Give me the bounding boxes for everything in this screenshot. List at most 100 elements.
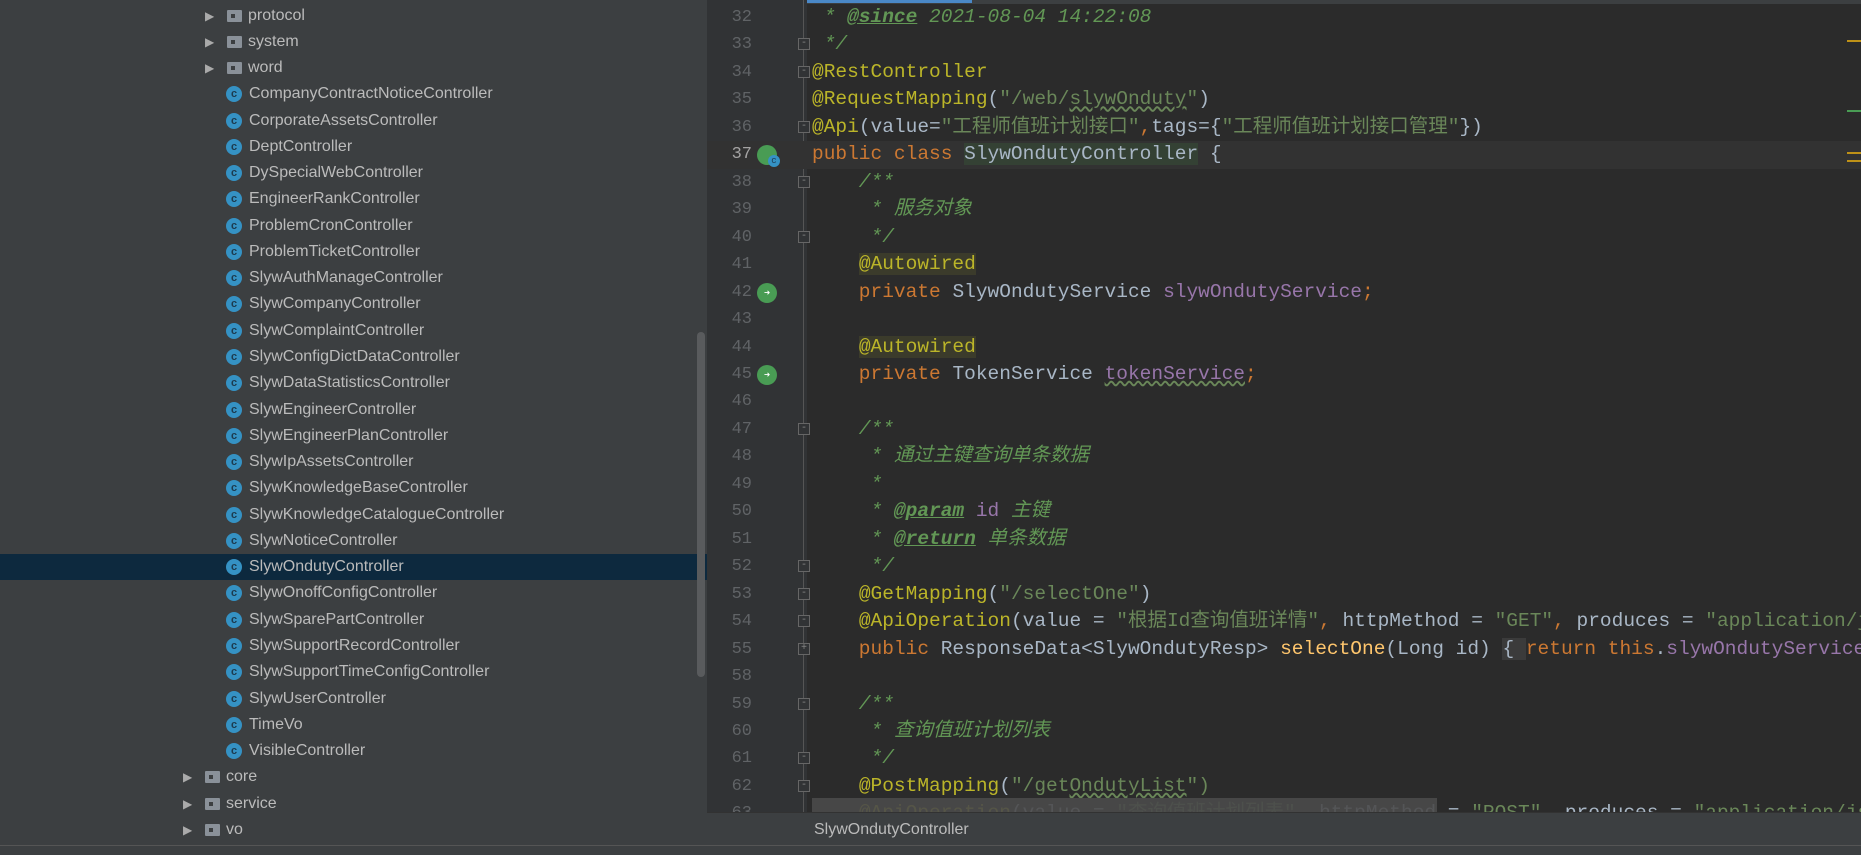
fold-collapse-icon[interactable]: - <box>798 752 810 765</box>
tree-item[interactable]: c SlywSupportRecordController <box>0 633 707 659</box>
code-line[interactable]: 40 - */ <box>707 224 1861 252</box>
tree-item[interactable]: ▶ protocol <box>0 3 707 29</box>
tree-item[interactable]: c SlywComplaintController <box>0 318 707 344</box>
expand-arrow-icon[interactable]: ▶ <box>183 791 192 817</box>
code-line[interactable]: 35 @RequestMapping("/web/slywOnduty") <box>707 86 1861 114</box>
code-line[interactable]: 55 + public ResponseData<SlywOndutyResp> … <box>707 636 1861 664</box>
tree-item[interactable]: c SlywEngineerPlanController <box>0 423 707 449</box>
code-token: "工程师值班计划接口" <box>940 115 1140 138</box>
code-line[interactable]: 32 * @since 2021-08-04 14:22:08 <box>707 4 1861 32</box>
tree-item[interactable]: c SlywSupportTimeConfigController <box>0 659 707 685</box>
spring-class-icon[interactable]: c <box>757 145 780 168</box>
fold-collapse-icon[interactable]: - <box>798 697 810 710</box>
fold-collapse-icon[interactable]: - <box>798 779 810 792</box>
tree-item-label: SlywSparePartController <box>249 610 425 628</box>
code-line[interactable]: 45 ➜ private TokenService tokenService; <box>707 361 1861 389</box>
tree-item[interactable]: c SlywKnowledgeCatalogueController <box>0 502 707 528</box>
tree-item[interactable]: c DySpecialWebController <box>0 160 707 186</box>
project-tree-scrollbar[interactable] <box>697 332 705 677</box>
tree-item[interactable]: c SlywSparePartController <box>0 607 707 633</box>
fold-collapse-icon[interactable]: - <box>798 120 810 133</box>
breadcrumb-item[interactable]: SlywOndutyController <box>814 821 969 838</box>
code-line[interactable]: 60 * 查询值班计划列表 <box>707 718 1861 746</box>
code-line[interactable]: 33 - */ <box>707 31 1861 59</box>
tree-item[interactable]: ▶ word <box>0 55 707 81</box>
code-text: * @since 2021-08-04 14:22:08 <box>812 4 1152 32</box>
expand-arrow-icon[interactable]: ▶ <box>183 764 192 790</box>
code-line[interactable]: 36 - @Api(value="工程师值班计划接口",tags={"工程师值班计划… <box>707 114 1861 142</box>
spring-bean-icon[interactable]: ➜ <box>757 282 777 303</box>
code-token: 2021-08-04 14:22:08 <box>917 6 1152 28</box>
code-line[interactable]: 50 * @param id 主键 <box>707 498 1861 526</box>
code-token: SlywOndutyController <box>964 143 1199 166</box>
code-line[interactable]: 44 @Autowired <box>707 334 1861 362</box>
code-line[interactable]: 34 - @RestController <box>707 59 1861 87</box>
tree-item[interactable]: c SlywIpAssetsController <box>0 449 707 475</box>
code-token: return this <box>1525 637 1655 660</box>
line-number: 38 <box>731 172 752 192</box>
tree-item[interactable]: c ProblemCronController <box>0 213 707 239</box>
code-line[interactable]: 53 - @GetMapping("/selectOne") <box>707 581 1861 609</box>
tree-item[interactable]: c CompanyContractNoticeController <box>0 81 707 107</box>
expand-arrow-icon[interactable]: ▶ <box>205 3 214 29</box>
code-line[interactable]: 54 - @ApiOperation(value = "根据Id查询值班详情", … <box>707 608 1861 636</box>
tree-item[interactable]: c SlywNoticeController <box>0 528 707 554</box>
code-line[interactable]: 38 - /** <box>707 169 1861 197</box>
tree-item[interactable]: c SlywOnoffConfigController <box>0 580 707 606</box>
expand-arrow-icon[interactable]: ▶ <box>205 29 214 55</box>
code-token: ; <box>1245 362 1257 385</box>
code-line[interactable]: 41 @Autowired <box>707 251 1861 279</box>
code-line[interactable]: 47 - /** <box>707 416 1861 444</box>
expand-arrow-icon[interactable]: ▶ <box>183 817 192 843</box>
code-line[interactable]: 42 ➜ private SlywOndutyService slywOnduty… <box>707 279 1861 307</box>
code-line[interactable]: 51 * @return 单条数据 <box>707 526 1861 554</box>
fold-collapse-icon[interactable]: - <box>798 38 810 51</box>
project-tree[interactable]: ▶ protocol ▶ system ▶ word c CompanyContractNot… <box>0 0 707 845</box>
tree-item[interactable]: ▶ vo <box>0 817 707 843</box>
spring-bean-icon[interactable]: ➜ <box>757 364 777 385</box>
fold-collapse-icon[interactable]: - <box>798 615 810 628</box>
tree-item[interactable]: c SlywConfigDictDataController <box>0 344 707 370</box>
breadcrumb[interactable]: SlywOndutyController <box>707 812 1861 845</box>
line-number: 60 <box>731 721 752 741</box>
tree-item[interactable]: c TimeVo <box>0 712 707 738</box>
tree-item[interactable]: c SlywUserController <box>0 686 707 712</box>
tree-item[interactable]: c SlywAuthManageController <box>0 265 707 291</box>
tree-item[interactable]: c SlywCompanyController <box>0 291 707 317</box>
tree-item[interactable]: c SlywEngineerController <box>0 397 707 423</box>
code-line[interactable]: 46 <box>707 388 1861 416</box>
code-line[interactable]: 59 - /** <box>707 691 1861 719</box>
tree-item[interactable]: c SlywKnowledgeBaseController <box>0 475 707 501</box>
code-editor[interactable]: 32 * @since 2021-08-04 14:22:08 33 - */ 34 -… <box>707 0 1861 812</box>
code-line[interactable]: 48 * 通过主键查询单条数据 <box>707 443 1861 471</box>
code-text: * <box>812 471 883 499</box>
fold-collapse-icon[interactable]: - <box>798 422 810 435</box>
tree-item[interactable]: c SlywOndutyController <box>0 554 707 581</box>
expand-arrow-icon[interactable]: ▶ <box>205 55 214 81</box>
code-line[interactable]: 37 c public class SlywOndutyController { <box>707 141 1861 169</box>
fold-collapse-icon[interactable]: - <box>798 587 810 600</box>
tree-item[interactable]: c SlywDataStatisticsController <box>0 370 707 396</box>
tree-item[interactable]: ▶ service <box>0 791 707 817</box>
code-line[interactable]: 61 - */ <box>707 745 1861 773</box>
fold-collapse-icon[interactable]: - <box>798 560 810 573</box>
tree-item[interactable]: c EngineerRankController <box>0 186 707 212</box>
code-line[interactable]: 62 - @PostMapping("/getOndutyList") <box>707 773 1861 801</box>
code-token: "POST" <box>1471 802 1541 812</box>
tree-item[interactable]: ▶ system <box>0 29 707 55</box>
fold-collapse-icon[interactable]: - <box>798 175 810 188</box>
code-line[interactable]: 58 <box>707 663 1861 691</box>
fold-collapse-icon[interactable]: - <box>798 65 810 78</box>
tree-item[interactable]: c DeptController <box>0 134 707 160</box>
tree-item[interactable]: c VisibleController <box>0 738 707 764</box>
tree-item[interactable]: c CorporateAssetsController <box>0 108 707 134</box>
code-line[interactable]: 49 * <box>707 471 1861 499</box>
code-line[interactable]: 39 * 服务对象 <box>707 196 1861 224</box>
fold-collapse-icon[interactable]: - <box>798 230 810 243</box>
code-line[interactable]: 52 - */ <box>707 553 1861 581</box>
code-line[interactable]: 43 <box>707 306 1861 334</box>
fold-expand-icon[interactable]: + <box>798 642 810 655</box>
tree-item[interactable]: c ProblemTicketController <box>0 239 707 265</box>
tree-item[interactable]: ▶ core <box>0 764 707 790</box>
